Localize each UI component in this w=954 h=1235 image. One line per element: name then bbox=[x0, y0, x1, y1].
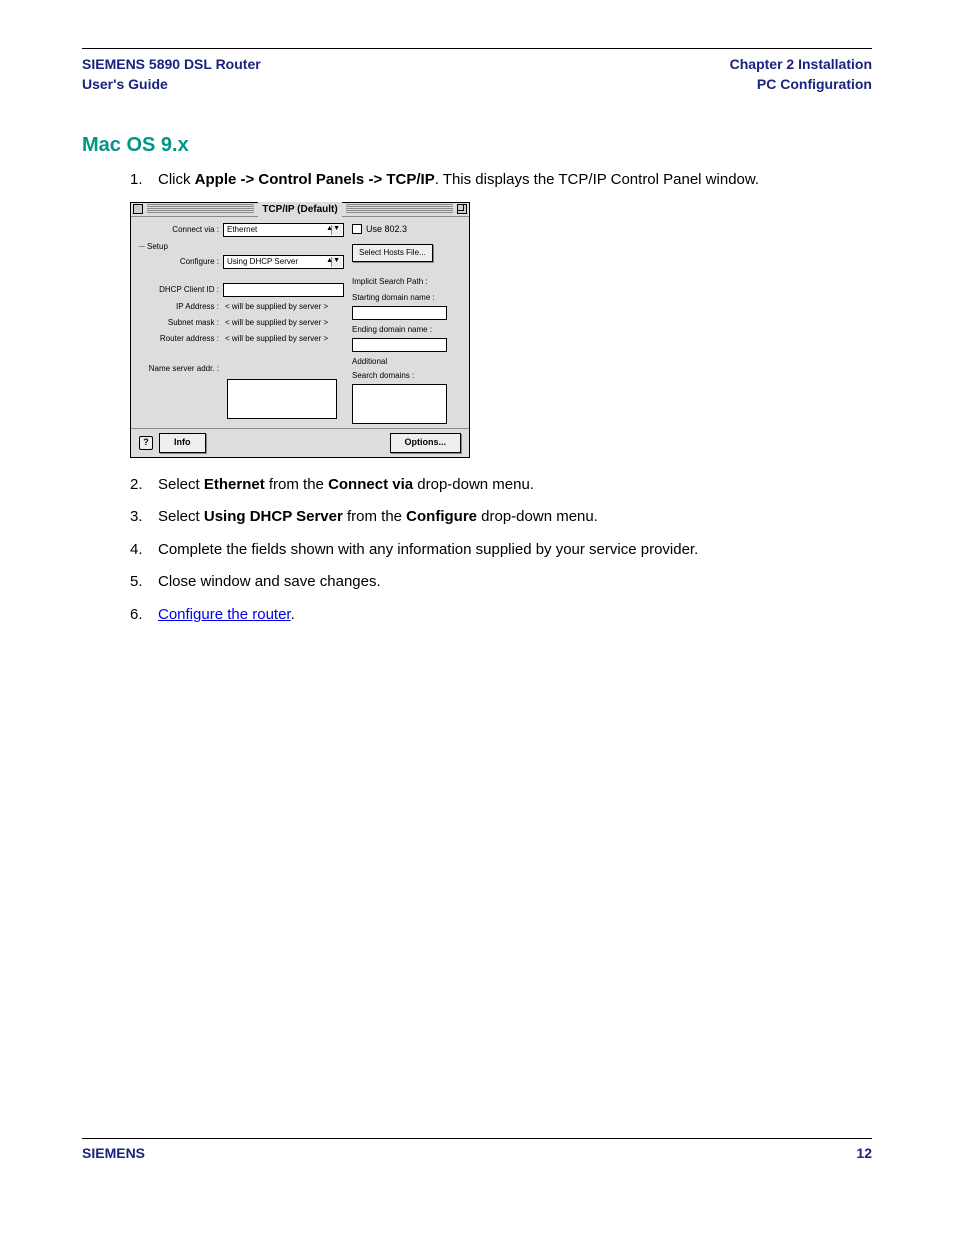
page-header: SIEMENS 5890 DSL Router User's Guide Cha… bbox=[82, 55, 872, 94]
supplied-text: < will be supplied by server > bbox=[223, 333, 328, 345]
footer-brand: SIEMENS bbox=[82, 1145, 145, 1161]
step-2: 2. Select Ethernet from the Connect via … bbox=[130, 474, 872, 497]
step-text: drop-down menu. bbox=[477, 508, 598, 525]
step-text: drop-down menu. bbox=[413, 476, 534, 493]
header-title-1: SIEMENS 5890 DSL Router bbox=[82, 55, 261, 75]
step-text: . This displays the TCP/IP Control Panel… bbox=[435, 171, 759, 188]
info-button[interactable]: Info bbox=[159, 433, 206, 453]
configure-router-link[interactable]: Configure the router bbox=[158, 606, 291, 623]
page-footer: SIEMENS 12 bbox=[82, 1138, 872, 1161]
dropdown-value: Using DHCP Server bbox=[227, 256, 298, 268]
step-number: 5. bbox=[130, 571, 158, 594]
dhcp-client-input[interactable] bbox=[223, 283, 344, 297]
name-server-input[interactable] bbox=[227, 379, 337, 419]
titlebar-stripes bbox=[346, 204, 453, 214]
chevron-updown-icon: ▲▼ bbox=[326, 224, 340, 235]
step-1: 1. Click Apple -> Control Panels -> TCP/… bbox=[130, 169, 872, 192]
step-text: Select bbox=[158, 508, 204, 525]
tcpip-screenshot: TCP/IP (Default) Connect via : Ethernet … bbox=[130, 202, 470, 458]
ending-domain-input[interactable] bbox=[352, 338, 447, 352]
step-bold: Ethernet bbox=[204, 476, 265, 493]
ending-domain-label: Ending domain name : bbox=[352, 324, 461, 336]
step-text: Close window and save changes. bbox=[158, 571, 872, 594]
supplied-text: < will be supplied by server > bbox=[223, 301, 328, 313]
header-section: PC Configuration bbox=[730, 75, 872, 95]
configure-label: Configure : bbox=[139, 256, 223, 268]
window-titlebar: TCP/IP (Default) bbox=[131, 203, 469, 217]
footer-rule bbox=[82, 1138, 872, 1139]
chevron-updown-icon: ▲▼ bbox=[326, 256, 340, 267]
step-text: . bbox=[291, 606, 295, 623]
header-rule bbox=[82, 48, 872, 49]
configure-dropdown[interactable]: Using DHCP Server ▲▼ bbox=[223, 255, 344, 269]
footer-page-number: 12 bbox=[856, 1145, 872, 1161]
setup-legend: Setup bbox=[147, 241, 344, 253]
step-bold: Configure bbox=[406, 508, 477, 525]
step-5: 5. Close window and save changes. bbox=[130, 571, 872, 594]
search-domains-input[interactable] bbox=[352, 384, 447, 424]
select-hosts-button[interactable]: Select Hosts File... bbox=[352, 244, 433, 262]
starting-domain-input[interactable] bbox=[352, 306, 447, 320]
section-title: Mac OS 9.x bbox=[82, 134, 872, 157]
subnet-mask-label: Subnet mask : bbox=[139, 317, 223, 329]
step-bold: Connect via bbox=[328, 476, 413, 493]
header-title-2: User's Guide bbox=[82, 75, 261, 95]
implicit-label: Implicit Search Path : bbox=[352, 276, 461, 288]
step-text: Complete the fields shown with any infor… bbox=[158, 539, 872, 562]
step-3: 3. Select Using DHCP Server from the Con… bbox=[130, 506, 872, 529]
step-6: 6. Configure the router. bbox=[130, 604, 872, 627]
header-chapter: Chapter 2 Installation bbox=[730, 55, 872, 75]
starting-domain-label: Starting domain name : bbox=[352, 292, 461, 304]
zoom-icon[interactable] bbox=[457, 204, 467, 214]
step-number: 4. bbox=[130, 539, 158, 562]
step-number: 6. bbox=[130, 604, 158, 627]
search-domains-label: Search domains : bbox=[352, 370, 461, 382]
step-bold: Apple -> Control Panels -> TCP/IP bbox=[195, 171, 435, 188]
help-icon[interactable]: ? bbox=[139, 436, 153, 450]
name-server-label: Name server addr. : bbox=[139, 363, 223, 375]
titlebar-stripes bbox=[147, 204, 254, 214]
step-number: 1. bbox=[130, 169, 158, 192]
connect-via-label: Connect via : bbox=[139, 224, 223, 236]
supplied-text: < will be supplied by server > bbox=[223, 317, 328, 329]
step-text: Click bbox=[158, 171, 195, 188]
dropdown-value: Ethernet bbox=[227, 224, 257, 236]
dhcp-client-label: DHCP Client ID : bbox=[139, 284, 223, 296]
step-text: from the bbox=[265, 476, 328, 493]
step-number: 3. bbox=[130, 506, 158, 529]
step-4: 4. Complete the fields shown with any in… bbox=[130, 539, 872, 562]
close-icon[interactable] bbox=[133, 204, 143, 214]
step-bold: Using DHCP Server bbox=[204, 508, 343, 525]
use-8023-checkbox[interactable] bbox=[352, 224, 362, 234]
additional-label: Additional bbox=[352, 356, 461, 368]
use-8023-label: Use 802.3 bbox=[366, 223, 407, 237]
ip-address-label: IP Address : bbox=[139, 301, 223, 313]
content-body: 1. Click Apple -> Control Panels -> TCP/… bbox=[130, 169, 872, 626]
step-number: 2. bbox=[130, 474, 158, 497]
step-text: Select bbox=[158, 476, 204, 493]
router-address-label: Router address : bbox=[139, 333, 223, 345]
connect-via-dropdown[interactable]: Ethernet ▲▼ bbox=[223, 223, 344, 237]
window-title: TCP/IP (Default) bbox=[258, 202, 341, 217]
step-text: from the bbox=[343, 508, 406, 525]
options-button[interactable]: Options... bbox=[390, 433, 462, 453]
